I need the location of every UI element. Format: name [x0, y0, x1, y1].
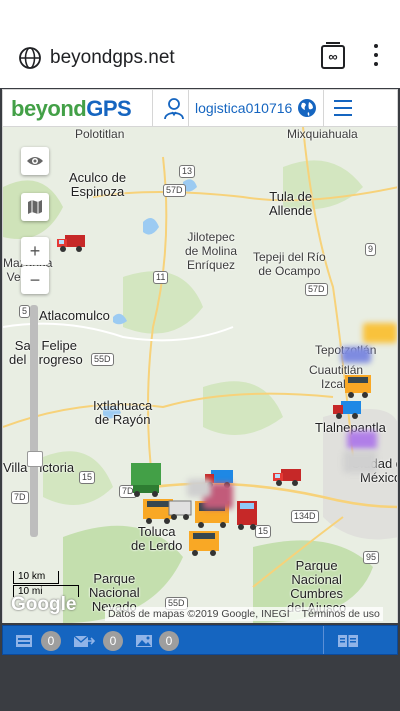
browser-toolbar: beyondgps.net ∞	[0, 0, 400, 88]
header-divider	[152, 90, 153, 126]
terms-link[interactable]: Términos de uso	[302, 608, 380, 620]
place-label: Jilotepec de Molina Enríquez	[185, 230, 238, 272]
road-shield: 13	[179, 165, 196, 178]
place-label: Ixtlahuaca de Rayón	[93, 398, 153, 427]
alerts-count-badge: 0	[41, 631, 61, 651]
scale-km: 10 km	[13, 571, 59, 584]
address-bar[interactable]: beyondgps.net	[50, 47, 175, 69]
map-type-button[interactable]	[21, 193, 49, 221]
map-attribution: Datos de mapas ©2019 Google, INEGI Términ…	[105, 607, 383, 621]
beyondgps-logo[interactable]: beyondGPS	[11, 96, 132, 122]
messages-count-badge: 0	[103, 631, 123, 651]
logo-beyond-text: beyond	[11, 96, 87, 121]
place-label: Polotitlan	[75, 127, 125, 141]
hamburger-menu-icon[interactable]	[334, 100, 352, 116]
place-label: Tula de Allende	[269, 189, 313, 218]
app-header: beyondGPS logistica010716	[2, 89, 398, 127]
road-shield: 57D	[163, 184, 186, 197]
eye-icon	[27, 157, 43, 165]
road-shield: 9	[365, 243, 377, 256]
map-icon	[28, 200, 42, 214]
place-label: Mixquiahuala	[287, 127, 358, 141]
zoom-in-button[interactable]: +	[21, 237, 49, 265]
header-divider	[323, 90, 324, 126]
map-view[interactable]: Polotitlan Mixquiahuala Aculco de Espinoz…	[2, 127, 398, 623]
zoom-slider-track[interactable]	[30, 305, 38, 537]
place-label: San Felipe del Progreso	[9, 338, 83, 367]
panel-toggle-icon[interactable]	[337, 634, 359, 648]
truck-marker-icon[interactable]	[167, 499, 193, 521]
blurred-marker[interactable]	[363, 323, 397, 343]
truck-marker-icon[interactable]	[55, 231, 89, 253]
truck-marker-icon[interactable]	[343, 373, 373, 399]
browser-menu-icon[interactable]	[371, 44, 381, 70]
road-shield: 134D	[291, 510, 319, 523]
header-divider	[188, 90, 189, 126]
inbox-icon	[16, 635, 32, 647]
images-button[interactable]: 0	[135, 631, 185, 651]
image-icon	[136, 635, 152, 647]
username-label[interactable]: logistica010716	[195, 100, 292, 116]
visibility-toggle-button[interactable]	[21, 147, 49, 175]
blurred-marker[interactable]	[341, 347, 371, 363]
road-shield: 95	[363, 551, 380, 564]
attribution-text: Datos de mapas ©2019 Google, INEGI	[108, 608, 290, 620]
place-label: Toluca de Lerdo	[131, 524, 183, 553]
road-shield: 11	[153, 271, 169, 284]
tabs-icon[interactable]: ∞	[321, 42, 345, 69]
road-shield: 55D	[91, 353, 114, 366]
truck-marker-icon[interactable]	[235, 499, 259, 531]
messages-button[interactable]: 0	[73, 631, 127, 651]
logo-gps-text: GPS	[86, 96, 132, 121]
alerts-button[interactable]: 0	[15, 631, 65, 651]
images-count-badge: 0	[159, 631, 179, 651]
google-logo: Google	[11, 594, 77, 615]
road-shield: 57D	[305, 283, 328, 296]
bottom-toolbar: 0 0 0	[2, 625, 398, 655]
place-label: Atlacomulco	[39, 308, 110, 323]
user-icon[interactable]	[163, 96, 185, 120]
truck-marker-icon[interactable]	[187, 529, 221, 557]
place-label: Aculco de Espinoza	[69, 170, 127, 199]
blurred-marker[interactable]	[343, 451, 377, 473]
world-icon[interactable]	[297, 98, 317, 118]
road-shield: 7D	[11, 491, 29, 504]
blurred-marker[interactable]	[187, 479, 211, 497]
road-shield: 15	[79, 471, 96, 484]
truck-marker-icon[interactable]	[271, 465, 305, 487]
road-shield: 5	[19, 305, 31, 318]
truck-marker-icon[interactable]	[127, 457, 165, 497]
globe-icon	[19, 47, 41, 69]
zoom-slider-handle[interactable]	[27, 451, 43, 467]
place-label: Tepeji del Río de Ocampo	[253, 250, 326, 278]
zoom-out-button[interactable]: −	[21, 266, 49, 294]
bottom-divider	[323, 626, 324, 654]
blurred-marker[interactable]	[347, 431, 377, 449]
send-mail-icon	[73, 635, 95, 647]
truck-marker-icon[interactable]	[331, 397, 365, 421]
